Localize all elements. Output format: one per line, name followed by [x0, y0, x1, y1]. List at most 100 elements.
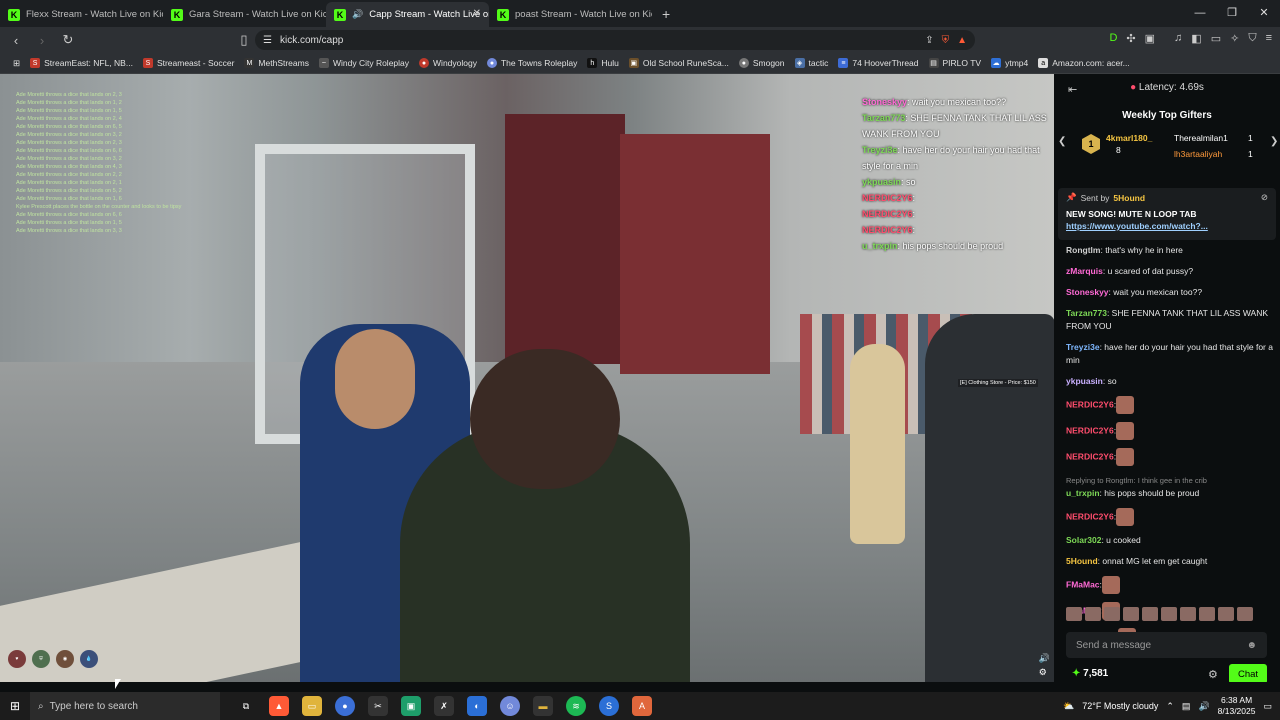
channel-points[interactable]: ✦ 7,581	[1072, 668, 1108, 679]
bookmark-item[interactable]: ▣ Old School RuneSca...	[624, 58, 734, 68]
bookmark-icon[interactable]: ▯	[234, 32, 254, 48]
chevron-right-icon[interactable]: ❯	[1270, 136, 1278, 147]
leo-icon[interactable]: ✧	[1230, 32, 1239, 45]
bookmark-item[interactable]: ◈ tactic	[790, 58, 834, 68]
notifications-icon[interactable]: ▭	[1263, 701, 1272, 712]
site-settings-icon[interactable]: ☰	[263, 35, 272, 46]
app-icon[interactable]: A	[632, 696, 652, 716]
app-icon[interactable]: ▬	[533, 696, 553, 716]
bookmark-item[interactable]: ▤ PIRLO TV	[924, 58, 987, 68]
emoji-icon[interactable]: ☻	[1246, 640, 1257, 651]
bookmark-item[interactable]: S Streameast - Soccer	[138, 58, 239, 68]
chat-username[interactable]: Treyzi3e	[1066, 342, 1100, 352]
minimize-icon[interactable]: —	[1184, 0, 1216, 27]
chat-username[interactable]: Rongtlm	[1066, 245, 1100, 255]
emote-icon[interactable]	[1085, 607, 1101, 621]
chat-username[interactable]: zMarquis	[1066, 266, 1103, 276]
unpin-icon[interactable]: ⊘	[1261, 192, 1268, 203]
brave-shield-icon[interactable]: ⛨	[942, 35, 950, 46]
task-view-icon[interactable]: ⧉	[236, 696, 256, 716]
wallet-icon[interactable]: ▭	[1211, 32, 1221, 45]
emote-icon[interactable]	[1104, 607, 1120, 621]
chat-username[interactable]: ykpuasin	[1066, 376, 1103, 386]
emote-icon[interactable]	[1066, 607, 1082, 621]
bookmark-item[interactable]: h Hulu	[582, 58, 623, 68]
gifter-name[interactable]: lh3artaaliyah	[1174, 149, 1222, 159]
kick-app-icon[interactable]: ▣	[401, 696, 421, 716]
maximize-icon[interactable]: ❐	[1216, 0, 1248, 27]
settings-icon[interactable]: ⚙	[1039, 667, 1050, 678]
sidebar-toggle-icon[interactable]: ◧	[1191, 32, 1201, 45]
bookmark-item[interactable]: ● The Towns Roleplay	[482, 58, 582, 68]
chat-username[interactable]: NERDIC2Y6	[1066, 451, 1114, 461]
chat-input[interactable]: Send a message ☻	[1066, 632, 1267, 658]
discord-icon[interactable]: ☺	[500, 696, 520, 716]
gifter-name[interactable]: Therealmilan1	[1174, 133, 1228, 143]
screenshot-icon[interactable]: ▣	[1145, 32, 1155, 45]
address-bar[interactable]: ☰ kick.com/capp ⇪ ⛨ ▲	[255, 30, 975, 50]
volume-tray-icon[interactable]: 🔊	[1198, 701, 1209, 712]
chat-username[interactable]: NERDIC2Y6	[1066, 511, 1114, 521]
chat-username[interactable]: FMaMac	[1066, 579, 1100, 589]
reply-context[interactable]: Replying to Rongtlm: I think gee in the …	[1066, 474, 1276, 487]
chat-username[interactable]: Tarzan773	[1066, 308, 1107, 318]
weather-text[interactable]: 72°F Mostly cloudy	[1082, 701, 1158, 711]
music-icon[interactable]: ♫	[1174, 32, 1182, 45]
share-icon[interactable]: ⇪	[925, 35, 933, 46]
capcut-icon[interactable]: ✂	[368, 696, 388, 716]
bookmark-item[interactable]: a Amazon.com: acer...	[1033, 58, 1134, 68]
app-icon[interactable]: ✗	[434, 696, 454, 716]
windows-start-icon[interactable]: ⊞	[0, 699, 30, 713]
reload-icon[interactable]: ↻	[58, 32, 78, 48]
bookmark-item[interactable]: M MethStreams	[239, 58, 314, 68]
chat-username[interactable]: Stoneskyy	[1066, 287, 1109, 297]
back-icon[interactable]: ‹	[6, 33, 26, 48]
bookmark-item[interactable]: ~ Windy City Roleplay	[314, 58, 414, 68]
vpn-icon[interactable]: ⛉	[1248, 32, 1256, 45]
skype-icon[interactable]: S	[599, 696, 619, 716]
app-icon[interactable]: ◐	[467, 696, 487, 716]
puzzle-icon[interactable]: ✣	[1126, 32, 1135, 45]
tab-capp[interactable]: K 🔊 Capp Stream - Watch Live on K✕	[326, 2, 489, 27]
emote-icon[interactable]	[1123, 607, 1139, 621]
stream-video[interactable]: Ade Moretti throws a dice that lands on …	[0, 74, 1054, 682]
new-tab-icon[interactable]: +	[662, 6, 670, 22]
file-explorer-icon[interactable]: ▭	[302, 696, 322, 716]
clock[interactable]: 6:38 AM 8/13/2025	[1218, 695, 1256, 717]
extension-icon[interactable]: D	[1109, 32, 1117, 45]
tab-poast[interactable]: Kpoast Stream - Watch Live on Kick	[489, 2, 652, 27]
forward-icon[interactable]: ›	[32, 33, 52, 48]
chevron-left-icon[interactable]: ❮	[1058, 136, 1066, 147]
bookmark-item[interactable]: ● Smogon	[734, 58, 790, 68]
close-tab-icon[interactable]: ✕	[473, 8, 481, 19]
chat-username[interactable]: Solar302	[1066, 535, 1101, 545]
chat-username[interactable]: NERDIC2Y6	[1066, 399, 1114, 409]
chrome-icon[interactable]: ●	[335, 696, 355, 716]
brave-rewards-icon[interactable]: ▲	[957, 35, 967, 46]
bookmark-item[interactable]: S StreamEast: NFL, NB...	[25, 58, 138, 68]
network-icon[interactable]: ▤	[1182, 701, 1191, 712]
chat-username[interactable]: u_trxpin	[1066, 488, 1100, 498]
close-window-icon[interactable]: ✕	[1248, 0, 1280, 27]
chat-send-button[interactable]: Chat	[1229, 664, 1267, 684]
pinned-link[interactable]: https://www.youtube.com/watch?...	[1066, 221, 1268, 231]
speaker-icon[interactable]: 🔊	[352, 9, 363, 20]
bookmark-item[interactable]: ☁ ytmp4	[986, 58, 1033, 68]
emote-icon[interactable]	[1199, 607, 1215, 621]
bookmark-item[interactable]: ● Windyology	[414, 58, 482, 68]
chat-settings-icon[interactable]: ⚙	[1208, 668, 1218, 681]
brave-browser-icon[interactable]: ▲	[269, 696, 289, 716]
spotify-icon[interactable]: ≋	[566, 696, 586, 716]
chat-username[interactable]: 5Hound	[1066, 556, 1098, 566]
emote-icon[interactable]	[1161, 607, 1177, 621]
volume-icon[interactable]: 🔊	[1039, 653, 1050, 664]
emote-icon[interactable]	[1237, 607, 1253, 621]
emote-icon[interactable]	[1180, 607, 1196, 621]
emote-icon[interactable]	[1218, 607, 1234, 621]
apps-icon[interactable]: ⊞	[8, 58, 25, 69]
tab-flexx[interactable]: K Flexx Stream - Watch Live on Kick	[0, 2, 163, 27]
gifter-name[interactable]: 4kmarl180_	[1106, 133, 1152, 143]
tray-overflow-icon[interactable]: ⌃	[1166, 701, 1174, 712]
bookmark-item[interactable]: ≡ 74 HooverThread	[833, 58, 923, 68]
tab-gara[interactable]: K Gara Stream - Watch Live on Kick	[163, 2, 326, 27]
